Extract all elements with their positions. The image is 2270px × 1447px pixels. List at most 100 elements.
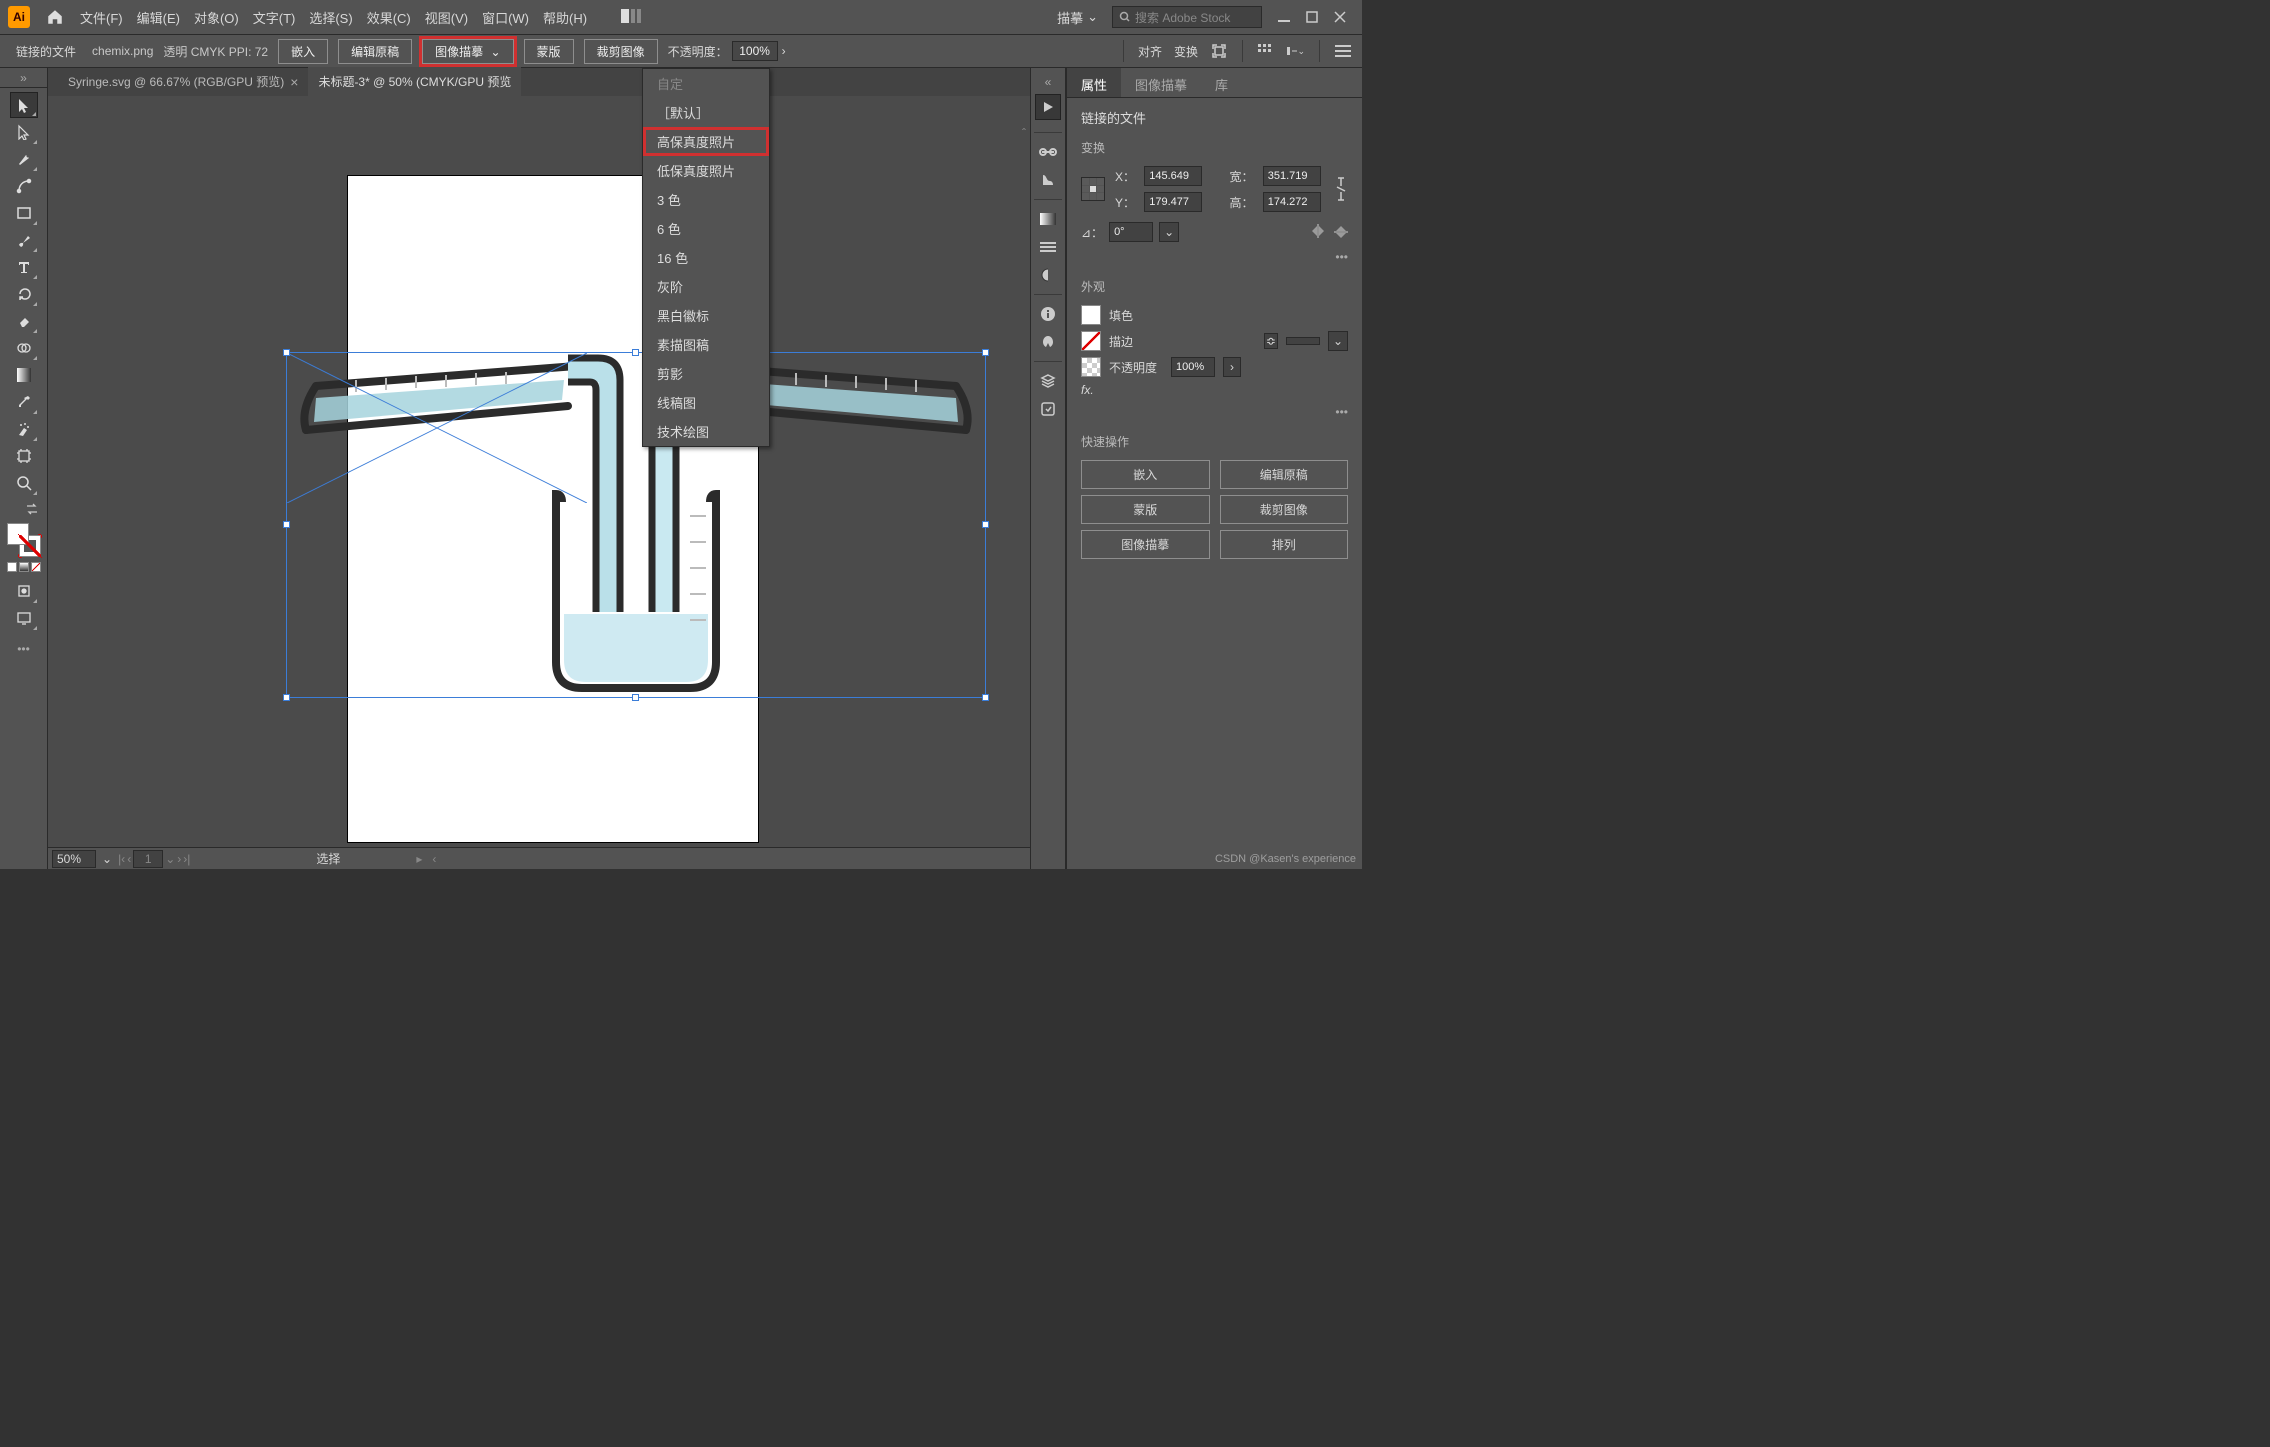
prev-icon[interactable]: ‹ bbox=[127, 852, 131, 866]
color-mode-normal[interactable] bbox=[7, 562, 17, 572]
chevron-right-icon[interactable]: › bbox=[1223, 357, 1241, 377]
flip-v-icon[interactable] bbox=[1334, 224, 1348, 240]
stroke-stepper[interactable]: ≎ bbox=[1264, 333, 1278, 349]
menu-help[interactable]: 帮助(H) bbox=[543, 8, 587, 27]
handle-br[interactable] bbox=[982, 694, 989, 701]
close-button[interactable] bbox=[1326, 6, 1354, 28]
mask-button[interactable]: 蒙版 bbox=[524, 39, 574, 64]
opacity-input[interactable]: 100% bbox=[732, 41, 778, 61]
actions-play-icon[interactable] bbox=[1035, 94, 1061, 120]
chevron-down-icon[interactable]: ⌄ bbox=[1159, 222, 1179, 242]
chevron-down-icon[interactable]: ⌄ bbox=[490, 45, 500, 59]
more-options-icon[interactable]: ••• bbox=[1081, 248, 1348, 266]
dd-16-colors[interactable]: 16 色 bbox=[643, 243, 769, 272]
opacity-input[interactable]: 100% bbox=[1171, 357, 1215, 377]
transparency-icon[interactable] bbox=[1035, 262, 1061, 288]
menu-effect[interactable]: 效果(C) bbox=[367, 8, 411, 27]
last-icon[interactable]: ›| bbox=[183, 852, 190, 866]
handle-ml[interactable] bbox=[283, 521, 290, 528]
panel-menu-icon[interactable] bbox=[1334, 42, 1352, 60]
chevron-down-icon[interactable]: ⌄ bbox=[1328, 331, 1348, 351]
fx-button[interactable]: fx. bbox=[1081, 383, 1094, 397]
rectangle-tool[interactable] bbox=[10, 200, 38, 226]
brushes-icon[interactable] bbox=[1035, 167, 1061, 193]
qa-crop[interactable]: 裁剪图像 bbox=[1220, 495, 1349, 524]
layers-icon[interactable] bbox=[1035, 368, 1061, 394]
tab-image-trace[interactable]: 图像描摹 bbox=[1121, 68, 1201, 97]
dock-collapse-icon[interactable]: « bbox=[1031, 72, 1065, 92]
scroll-left-icon[interactable]: ‹ bbox=[432, 852, 436, 866]
links-icon[interactable] bbox=[1035, 139, 1061, 165]
edit-toolbar-icon[interactable]: ••• bbox=[10, 636, 38, 662]
chevron-down-icon[interactable]: ⌄ bbox=[165, 852, 175, 866]
handle-bl[interactable] bbox=[283, 694, 290, 701]
pen-tool[interactable] bbox=[10, 146, 38, 172]
type-tool[interactable] bbox=[10, 254, 38, 280]
transform-label[interactable]: 变换 bbox=[1174, 43, 1198, 60]
menu-type[interactable]: 文字(T) bbox=[253, 8, 296, 27]
tab-properties[interactable]: 属性 bbox=[1067, 68, 1121, 97]
canvas[interactable]: ˆ bbox=[48, 96, 1030, 847]
x-input[interactable]: 145.649 bbox=[1144, 166, 1202, 186]
close-icon[interactable]: × bbox=[290, 74, 298, 90]
rotate-tool[interactable] bbox=[10, 281, 38, 307]
swatches-icon[interactable] bbox=[1035, 329, 1061, 355]
qa-trace[interactable]: 图像描摹 bbox=[1081, 530, 1210, 559]
dd-3-colors[interactable]: 3 色 bbox=[643, 185, 769, 214]
linked-file-name[interactable]: chemix.png bbox=[92, 44, 153, 58]
selection-tool[interactable] bbox=[10, 92, 38, 118]
reference-point[interactable] bbox=[1081, 177, 1105, 201]
curvature-tool[interactable] bbox=[10, 173, 38, 199]
dd-low-fidelity[interactable]: 低保真度照片 bbox=[643, 156, 769, 185]
menu-file[interactable]: 文件(F) bbox=[80, 8, 123, 27]
zoom-tool[interactable] bbox=[10, 470, 38, 496]
flip-h-icon[interactable] bbox=[1310, 224, 1326, 240]
arrange-docs-icon[interactable] bbox=[621, 9, 643, 25]
link-wh-icon[interactable] bbox=[1334, 174, 1348, 204]
asset-export-icon[interactable] bbox=[1035, 396, 1061, 422]
dd-technical[interactable]: 技术绘图 bbox=[643, 417, 769, 446]
selection-bounds[interactable] bbox=[286, 352, 986, 698]
distribute-icon[interactable]: ⌄ bbox=[1287, 42, 1305, 60]
screen-mode-icon[interactable] bbox=[10, 605, 38, 631]
paintbrush-tool[interactable] bbox=[10, 227, 38, 253]
dd-sketch[interactable]: 素描图稿 bbox=[643, 330, 769, 359]
menu-view[interactable]: 视图(V) bbox=[425, 8, 468, 27]
menu-object[interactable]: 对象(O) bbox=[194, 8, 239, 27]
shape-builder-tool[interactable] bbox=[10, 335, 38, 361]
color-mode-gradient[interactable] bbox=[19, 562, 29, 572]
menu-window[interactable]: 窗口(W) bbox=[482, 8, 529, 27]
y-input[interactable]: 179.477 bbox=[1144, 192, 1202, 212]
stroke-weight-input[interactable] bbox=[1286, 337, 1320, 345]
handle-tr[interactable] bbox=[982, 349, 989, 356]
zoom-input[interactable]: 50% bbox=[52, 850, 96, 868]
toolbox-collapse-icon[interactable]: » bbox=[0, 68, 47, 88]
dd-high-fidelity[interactable]: 高保真度照片 bbox=[643, 127, 769, 156]
menu-edit[interactable]: 编辑(E) bbox=[137, 8, 180, 27]
tab-libraries[interactable]: 库 bbox=[1201, 68, 1242, 97]
isolate-icon[interactable] bbox=[1210, 42, 1228, 60]
status-selection[interactable]: 选择 bbox=[316, 850, 340, 867]
minimize-button[interactable] bbox=[1270, 6, 1298, 28]
gradient-panel-icon[interactable] bbox=[1035, 206, 1061, 232]
dd-default[interactable]: ［默认］ bbox=[643, 98, 769, 127]
tab-untitled[interactable]: 未标题-3* @ 50% (CMYK/GPU 预览 bbox=[308, 67, 521, 96]
tab-syringe[interactable]: Syringe.svg @ 66.67% (RGB/GPU 预览)× bbox=[58, 67, 308, 96]
dd-silhouette[interactable]: 剪影 bbox=[643, 359, 769, 388]
chevron-down-icon[interactable]: ⌄ bbox=[102, 852, 112, 866]
stroke-panel-icon[interactable] bbox=[1035, 234, 1061, 260]
stroke-swatch[interactable] bbox=[19, 535, 41, 557]
menu-select[interactable]: 选择(S) bbox=[309, 8, 352, 27]
align-panel-icon[interactable] bbox=[1257, 42, 1275, 60]
gradient-tool[interactable] bbox=[10, 362, 38, 388]
status-play-icon[interactable]: ▸ bbox=[416, 852, 422, 866]
opacity-swatch[interactable] bbox=[1081, 357, 1101, 377]
w-input[interactable]: 351.719 bbox=[1263, 166, 1321, 186]
direct-selection-tool[interactable] bbox=[10, 119, 38, 145]
maximize-button[interactable] bbox=[1298, 6, 1326, 28]
color-mode-none[interactable] bbox=[31, 562, 41, 572]
handle-bm[interactable] bbox=[632, 694, 639, 701]
angle-input[interactable]: 0° bbox=[1109, 222, 1153, 242]
home-icon[interactable] bbox=[46, 8, 64, 26]
info-icon[interactable] bbox=[1035, 301, 1061, 327]
